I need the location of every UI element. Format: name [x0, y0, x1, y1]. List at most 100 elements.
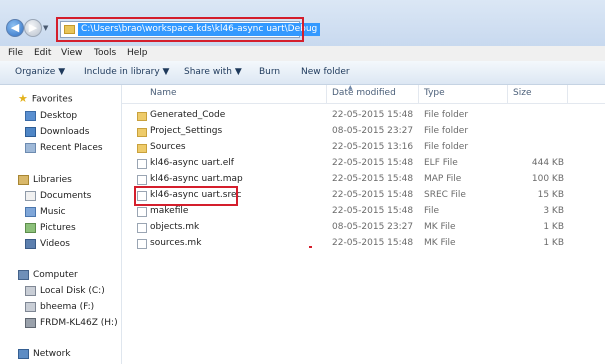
menu-file[interactable]: File	[8, 48, 23, 58]
chevron-down-icon: ▼	[162, 67, 170, 77]
computer-icon	[18, 269, 29, 280]
column-divider[interactable]	[507, 85, 508, 103]
file-date-modified: 08-05-2015 23:27	[332, 222, 414, 232]
sidebar-network[interactable]: Network	[18, 347, 71, 361]
organize-label: Organize	[15, 67, 56, 77]
sidebar-item-pictures[interactable]: Pictures	[25, 221, 76, 235]
burn-button[interactable]: Burn	[259, 67, 280, 77]
menu-help[interactable]: Help	[127, 48, 148, 58]
table-row[interactable]: makefile 22-05-2015 15:48 File 3 KB	[122, 204, 602, 220]
table-row[interactable]: Sources 22-05-2015 13:16 File folder	[122, 140, 602, 156]
recent-places-icon	[25, 142, 36, 153]
share-with-label: Share with	[184, 67, 232, 77]
organize-button[interactable]: Organize ▼	[15, 67, 65, 77]
history-dropdown-icon[interactable]: ▼	[43, 24, 48, 32]
sidebar-libraries[interactable]: Libraries	[18, 173, 72, 187]
file-type: File	[424, 206, 440, 216]
column-size[interactable]: Size	[513, 88, 531, 98]
drive-icon	[25, 285, 36, 296]
back-button[interactable]: ◀	[6, 19, 24, 37]
file-icon	[137, 239, 147, 249]
column-divider[interactable]	[567, 85, 568, 103]
sidebar-item-label: bheema (F:)	[40, 302, 95, 312]
chevron-down-icon: ▼	[58, 67, 66, 77]
back-arrow-icon: ◀	[10, 21, 20, 34]
file-size: 1 KB	[543, 238, 564, 248]
sidebar-item-recent-places[interactable]: Recent Places	[25, 141, 103, 155]
file-date-modified: 22-05-2015 15:48	[332, 158, 414, 168]
folder-icon	[137, 128, 147, 137]
sidebar-item-bheema[interactable]: bheema (F:)	[25, 300, 94, 314]
menu-edit[interactable]: Edit	[34, 48, 51, 58]
menu-view[interactable]: View	[61, 48, 82, 58]
music-icon	[25, 206, 36, 217]
file-size: 1 KB	[543, 222, 564, 232]
sidebar-item-label: FRDM-KL46Z (H:)	[40, 318, 118, 328]
include-in-library-button[interactable]: Include in library ▼	[84, 67, 169, 77]
sidebar-item-desktop[interactable]: Desktop	[25, 109, 77, 123]
chevron-down-icon: ▼	[234, 67, 242, 77]
sidebar-computer[interactable]: Computer	[18, 268, 78, 282]
file-date-modified: 08-05-2015 23:27	[332, 126, 414, 136]
drive-icon	[25, 317, 36, 328]
drive-icon	[25, 301, 36, 312]
file-date-modified: 22-05-2015 15:48	[332, 110, 414, 120]
file-type: ELF File	[424, 158, 458, 168]
command-bar: Organize ▼ Include in library ▼ Share wi…	[0, 61, 605, 85]
file-name: Project_Settings	[150, 126, 223, 136]
file-type: MAP File	[424, 174, 462, 184]
table-row[interactable]: Generated_Code 22-05-2015 15:48 File folde…	[122, 108, 602, 124]
file-highlight-box	[134, 186, 238, 206]
table-row[interactable]: objects.mk 08-05-2015 23:27 MK File 1 KB	[122, 220, 602, 236]
star-icon: ★	[18, 92, 28, 105]
libraries-icon	[18, 174, 29, 185]
file-size: 3 KB	[543, 206, 564, 216]
folder-icon	[137, 112, 147, 121]
table-row[interactable]: sources.mk 22-05-2015 15:48 MK File 1 KB	[122, 236, 602, 252]
column-divider[interactable]	[326, 85, 327, 103]
column-date[interactable]: Date modified	[332, 88, 396, 98]
file-date-modified: 22-05-2015 13:16	[332, 142, 414, 152]
sidebar-item-music[interactable]: Music	[25, 205, 66, 219]
address-highlight-box	[56, 17, 304, 42]
sidebar-item-label: Network	[33, 349, 71, 359]
annotation-mark	[309, 246, 312, 248]
downloads-icon	[25, 126, 36, 137]
new-folder-button[interactable]: New folder	[301, 67, 350, 77]
sidebar-item-label: Downloads	[40, 127, 90, 137]
file-name: objects.mk	[150, 222, 200, 232]
file-size: 100 KB	[531, 174, 564, 184]
forward-button[interactable]: ▶	[24, 19, 42, 37]
sidebar-item-downloads[interactable]: Downloads	[25, 125, 89, 139]
sidebar-item-videos[interactable]: Videos	[25, 237, 70, 251]
file-icon	[137, 207, 147, 217]
sidebar-item-label: Pictures	[40, 223, 76, 233]
column-divider[interactable]	[418, 85, 419, 103]
documents-icon	[25, 190, 36, 201]
pictures-icon	[25, 222, 36, 233]
sidebar-item-frdm[interactable]: FRDM-KL46Z (H:)	[25, 316, 118, 330]
share-with-button[interactable]: Share with ▼	[184, 67, 242, 77]
menu-tools[interactable]: Tools	[94, 48, 116, 58]
sidebar-item-label: Videos	[40, 239, 70, 249]
file-icon	[137, 223, 147, 233]
file-icon	[137, 175, 147, 185]
column-name[interactable]: Name	[150, 88, 177, 98]
sidebar-item-label: Computer	[33, 270, 78, 280]
file-name: sources.mk	[150, 238, 202, 248]
table-row[interactable]: kl46-async uart.elf 22-05-2015 15:48 ELF F…	[122, 156, 602, 172]
navigation-pane: ★ Favorites Desktop Downloads Recent Plac…	[0, 85, 122, 364]
file-type: File folder	[424, 142, 469, 152]
file-type: SREC File	[424, 190, 466, 200]
file-name: kl46-async uart.elf	[150, 158, 234, 168]
network-icon	[18, 348, 29, 359]
file-name: Generated_Code	[150, 110, 226, 120]
sidebar-favorites[interactable]: ★ Favorites	[18, 92, 73, 106]
sidebar-item-documents[interactable]: Documents	[25, 189, 91, 203]
sidebar-item-local-disk[interactable]: Local Disk (C:)	[25, 284, 105, 298]
table-row[interactable]: Project_Settings 08-05-2015 23:27 File fol…	[122, 124, 602, 140]
file-date-modified: 22-05-2015 15:48	[332, 190, 414, 200]
column-type[interactable]: Type	[424, 88, 445, 98]
menu-bar: File Edit View Tools Help	[0, 46, 605, 62]
file-type: MK File	[424, 238, 456, 248]
